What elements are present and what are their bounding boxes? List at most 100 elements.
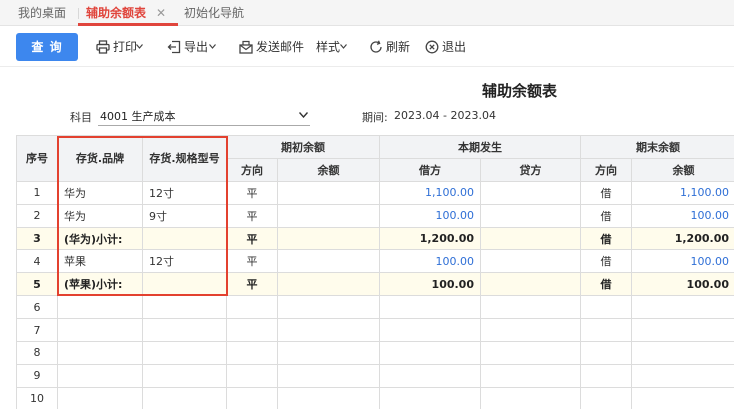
cell-closing-amount: 1,100.00 — [631, 180, 734, 205]
table-row[interactable]: 7 — [16, 318, 734, 343]
cell-opening-direction — [226, 363, 278, 388]
cell-debit — [379, 386, 481, 409]
cell-debit — [379, 318, 481, 343]
cell-closing-direction: 借 — [580, 272, 632, 297]
cell-credit — [480, 363, 581, 388]
exit-button[interactable]: 退出 — [425, 37, 467, 57]
cell-opening-direction: 平 — [226, 249, 278, 274]
table-row[interactable]: 4 苹果 12寸平 100.00 借 100.00 — [16, 249, 734, 274]
cell-credit — [480, 226, 581, 251]
cell-spec — [142, 386, 227, 409]
tab-my-desktop[interactable]: 我的桌面 — [18, 0, 66, 26]
subtotal-row[interactable]: 3 (华为)小计: 平 1,200.00 借 1,200.00 — [16, 226, 734, 251]
cell-closing-direction — [580, 341, 632, 365]
tab-divider — [78, 8, 79, 19]
balance-table: 序号 存货.品牌 存货.规格型号 期初余额 本期发生 期末余额 方向 余额 借方… — [16, 135, 734, 409]
cell-opening-amount — [277, 226, 380, 251]
table-row[interactable]: 9 — [16, 363, 734, 388]
cell-closing-amount — [631, 295, 734, 320]
cell-brand: 华为 — [57, 203, 143, 228]
table-row[interactable]: 10 — [16, 386, 734, 409]
header-opening-amount: 余额 — [277, 157, 380, 182]
table-row[interactable]: 6 — [16, 295, 734, 320]
header-brand[interactable]: 存货.品牌 — [57, 135, 143, 182]
cell-closing-amount: 1,200.00 — [631, 226, 734, 251]
cell-credit — [480, 272, 581, 297]
cell-spec — [142, 226, 227, 251]
cell-seq: 7 — [16, 318, 58, 343]
cell-closing-direction — [580, 386, 632, 409]
cell-closing-amount — [631, 341, 734, 365]
cell-credit — [480, 386, 581, 409]
tab-init-navigation[interactable]: 初始化导航 — [184, 0, 244, 26]
cell-brand: (华为)小计: — [57, 226, 143, 251]
print-button[interactable]: 打印 — [96, 37, 148, 57]
printer-icon — [96, 40, 110, 54]
cell-seq: 10 — [16, 386, 58, 409]
cell-opening-direction: 平 — [226, 203, 278, 228]
cell-brand — [57, 341, 143, 365]
cell-debit: 1,200.00 — [379, 226, 481, 251]
cell-opening-amount — [277, 272, 380, 297]
subject-select[interactable]: 4001 生产成本 — [98, 104, 310, 126]
cell-opening-direction — [226, 295, 278, 320]
cell-spec: 12寸 — [142, 180, 227, 205]
query-button[interactable]: 查 询 — [16, 33, 78, 61]
cell-seq: 5 — [16, 272, 58, 297]
cell-opening-amount — [277, 386, 380, 409]
cell-seq: 6 — [16, 295, 58, 320]
header-debit: 借方 — [379, 157, 481, 182]
report-title: 辅助余额表 — [482, 82, 558, 100]
cell-spec — [142, 295, 227, 320]
cell-brand: (苹果)小计: — [57, 272, 143, 297]
chevron-down-icon — [136, 44, 143, 49]
chevron-down-icon — [299, 112, 308, 118]
subtotal-row[interactable]: 5 (苹果)小计: 平 100.00 借 100.00 — [16, 272, 734, 297]
cell-spec — [142, 341, 227, 365]
export-label: 导出 — [184, 40, 209, 54]
cell-closing-amount: 100.00 — [631, 249, 734, 274]
chevron-down-icon — [209, 44, 216, 49]
cell-brand — [57, 318, 143, 343]
mail-icon — [239, 40, 253, 54]
send-mail-button[interactable]: 发送邮件 — [239, 37, 309, 57]
tab-auxiliary-balance[interactable]: 辅助余额表 ✕ — [78, 0, 178, 26]
header-opening-balance: 期初余额 — [226, 135, 380, 159]
cell-closing-direction: 借 — [580, 226, 632, 251]
export-button[interactable]: 导出 — [167, 37, 219, 57]
refresh-label: 刷新 — [386, 40, 411, 54]
cell-opening-amount — [277, 249, 380, 274]
chevron-down-icon — [340, 44, 347, 49]
cell-seq: 3 — [16, 226, 58, 251]
cell-credit — [480, 295, 581, 320]
header-spec[interactable]: 存货.规格型号 — [142, 135, 227, 182]
cell-debit — [379, 341, 481, 365]
cell-debit — [379, 295, 481, 320]
header-closing-amount: 余额 — [631, 157, 734, 182]
exit-label: 退出 — [442, 40, 467, 54]
toolbar: 查 询 打印 导出 发送邮件 样式 刷新 退出 — [0, 27, 734, 67]
header-credit: 贷方 — [480, 157, 581, 182]
exit-icon — [425, 40, 439, 54]
table-row[interactable]: 8 — [16, 341, 734, 365]
table-row[interactable]: 1 华为 12寸平 1,100.00 借 1,100.00 — [16, 180, 734, 205]
refresh-icon — [370, 40, 382, 53]
cell-brand: 苹果 — [57, 249, 143, 274]
cell-closing-direction: 借 — [580, 249, 632, 274]
style-dropdown[interactable]: 样式 — [316, 37, 352, 57]
cell-debit: 100.00 — [379, 249, 481, 274]
cell-debit — [379, 363, 481, 388]
refresh-button[interactable]: 刷新 — [369, 37, 411, 57]
cell-spec: 12寸 — [142, 249, 227, 274]
cell-brand — [57, 295, 143, 320]
cell-opening-amount — [277, 363, 380, 388]
print-label: 打印 — [113, 40, 138, 54]
cell-spec: 9寸 — [142, 203, 227, 228]
cell-brand — [57, 363, 143, 388]
cell-brand — [57, 386, 143, 409]
cell-seq: 4 — [16, 249, 58, 274]
tab-label: 辅助余额表 — [86, 6, 147, 20]
cell-seq: 9 — [16, 363, 58, 388]
cell-opening-amount — [277, 180, 380, 205]
table-row[interactable]: 2 华为 9寸平 100.00 借 100.00 — [16, 203, 734, 228]
